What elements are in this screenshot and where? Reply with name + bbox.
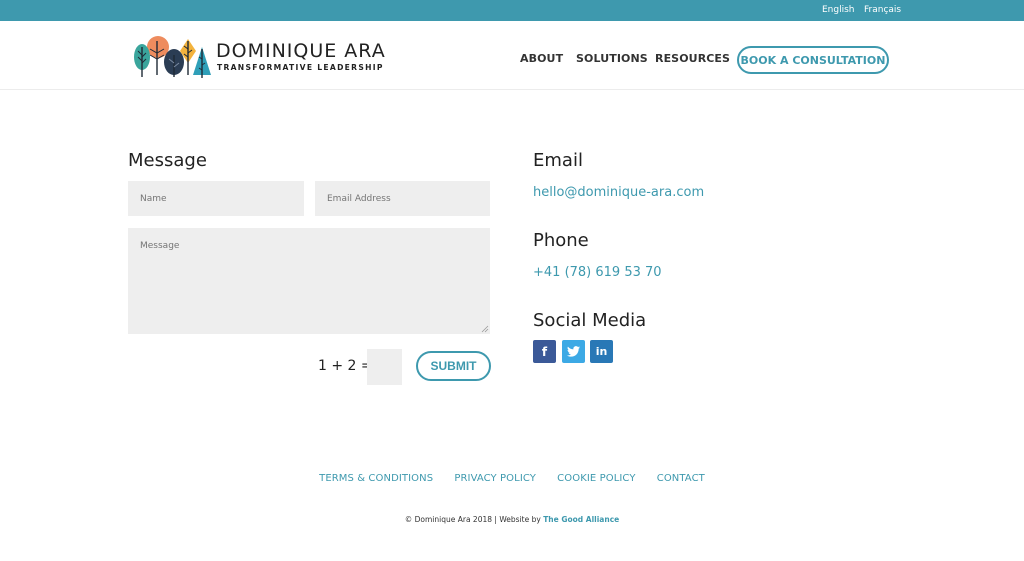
email-input[interactable] [315, 181, 490, 216]
logo-title: DOMINIQUE ARA [216, 40, 386, 62]
facebook-icon: f [541, 344, 548, 359]
resize-handle-icon[interactable] [481, 325, 489, 333]
twitter-icon [567, 346, 580, 357]
email-link[interactable]: hello@dominique-ara.com [533, 185, 704, 200]
social-media-heading: Social Media [533, 310, 647, 331]
message-textarea[interactable] [128, 228, 490, 334]
trees-logo-icon [134, 36, 211, 78]
copyright: © Dominique Ara 2018 | Website by The Go… [0, 515, 1024, 524]
email-heading: Email [533, 150, 583, 171]
book-consultation-button[interactable]: BOOK A CONSULTATION [737, 46, 889, 74]
top-bar: English Français [0, 0, 1024, 21]
nav-about[interactable]: ABOUT [520, 52, 563, 65]
footer-terms-link[interactable]: TERMS & CONDITIONS [319, 473, 433, 484]
logo-subtitle: TRANSFORMATIVE LEADERSHIP [217, 63, 384, 72]
credit-link[interactable]: The Good Alliance [543, 515, 619, 524]
captcha-question: 1 + 2 = [318, 358, 373, 374]
footer-links: TERMS & CONDITIONS PRIVACY POLICY COOKIE… [0, 473, 1024, 484]
captcha-input[interactable] [367, 349, 402, 385]
language-english-link[interactable]: English [822, 5, 855, 15]
footer-privacy-link[interactable]: PRIVACY POLICY [454, 473, 536, 484]
submit-button[interactable]: SUBMIT [416, 351, 491, 381]
nav-solutions[interactable]: SOLUTIONS [576, 52, 648, 65]
phone-heading: Phone [533, 230, 589, 251]
footer-cookie-link[interactable]: COOKIE POLICY [557, 473, 635, 484]
logo[interactable]: DOMINIQUE ARA TRANSFORMATIVE LEADERSHIP [132, 35, 385, 79]
nav-resources[interactable]: RESOURCES [655, 52, 730, 65]
linkedin-button[interactable]: in [590, 340, 613, 363]
twitter-button[interactable] [562, 340, 585, 363]
linkedin-icon: in [595, 345, 608, 358]
name-input[interactable] [128, 181, 304, 216]
footer-contact-link[interactable]: CONTACT [657, 473, 705, 484]
copyright-text: © Dominique Ara 2018 | Website by [404, 515, 544, 524]
facebook-button[interactable]: f [533, 340, 556, 363]
message-heading: Message [128, 150, 207, 171]
site-header: DOMINIQUE ARA TRANSFORMATIVE LEADERSHIP … [0, 21, 1024, 90]
phone-link[interactable]: +41 (78) 619 53 70 [533, 265, 662, 280]
language-french-link[interactable]: Français [864, 5, 901, 15]
